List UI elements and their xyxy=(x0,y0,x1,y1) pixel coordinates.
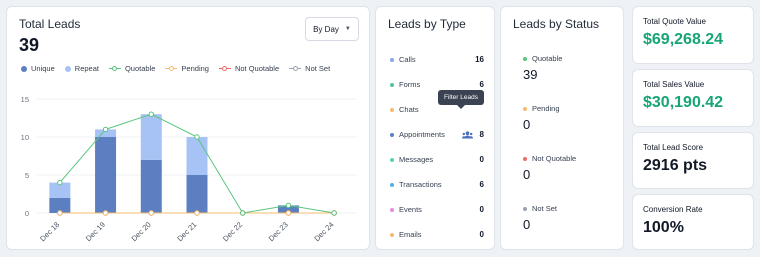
bar-unique[interactable] xyxy=(140,159,162,213)
total-quote-value-card: Total Quote Value $69,268.24 xyxy=(632,6,754,64)
lead-type-dot xyxy=(390,157,394,162)
lead-status-value: 39 xyxy=(523,67,538,82)
lead-type-count: 6 xyxy=(479,80,484,89)
lead-type-dot xyxy=(390,107,394,112)
bar-repeat[interactable] xyxy=(186,137,208,175)
lead-type-label: Messages xyxy=(399,155,434,164)
lead-status-item[interactable]: Pending 0 xyxy=(523,104,560,132)
point-quotable[interactable] xyxy=(57,179,63,186)
x-tick-label: Dec 22 xyxy=(221,220,244,243)
lead-type-row[interactable]: Appointments 8 xyxy=(390,122,484,147)
conversion-rate: 100% xyxy=(643,219,684,236)
lead-type-count: 0 xyxy=(479,155,484,164)
lead-status-label: Not Quotable xyxy=(532,154,577,163)
lead-status-dot xyxy=(523,206,527,211)
x-tick-label: Dec 23 xyxy=(267,220,290,243)
lead-status-label-row: Not Quotable xyxy=(523,154,576,163)
point-quotable[interactable] xyxy=(102,126,109,133)
lead-type-row[interactable]: Messages 0 xyxy=(390,147,484,172)
point-pending[interactable] xyxy=(102,210,109,216)
y-tick-label: 15 xyxy=(21,95,29,104)
total-quote-value: $69,268.24 xyxy=(643,31,724,48)
lead-type-row[interactable]: Transactions 6 xyxy=(390,172,484,197)
leads-by-type-list: Calls 16 Forms 6 Chats Appointments 8 Messages 0… xyxy=(390,47,484,247)
point-quotable[interactable] xyxy=(240,210,246,216)
lead-status-dot xyxy=(523,106,527,111)
lead-type-label: Emails xyxy=(399,230,422,239)
lead-status-dot xyxy=(523,56,527,61)
point-quotable[interactable] xyxy=(148,111,154,117)
lead-type-count: 6 xyxy=(479,180,484,189)
bar-repeat[interactable] xyxy=(140,114,162,160)
total-lead-score-card: Total Lead Score 2916 pts xyxy=(632,132,754,189)
leads-by-status-title: Leads by Status xyxy=(513,17,600,31)
lead-status-label-row: Pending xyxy=(523,104,560,113)
lead-status-label-row: Quotable xyxy=(523,54,562,63)
lead-type-row[interactable]: Calls 16 xyxy=(390,47,484,72)
lead-status-dot xyxy=(523,156,527,161)
lead-type-dot xyxy=(390,82,394,87)
lead-status-label: Quotable xyxy=(532,54,563,63)
lead-status-value: 0 xyxy=(523,217,531,232)
total-lead-score-title: Total Lead Score xyxy=(643,143,704,152)
lead-type-dot xyxy=(390,207,394,212)
total-lead-score: 2916 pts xyxy=(643,157,708,174)
lead-type-row[interactable]: Emails 0 xyxy=(390,222,484,247)
lead-status-item[interactable]: Not Set 0 xyxy=(523,204,557,232)
leads-by-type-title: Leads by Type xyxy=(388,17,466,31)
lead-type-label: Calls xyxy=(399,55,416,64)
total-leads-panel: Total Leads 39 By Day ▼ Unique Repeat Quot… xyxy=(6,6,370,250)
bar-unique[interactable] xyxy=(186,175,208,213)
x-tick-label: Dec 24 xyxy=(312,220,335,243)
lead-type-label: Forms xyxy=(399,80,421,89)
y-tick-label: 5 xyxy=(25,171,29,180)
point-quotable[interactable] xyxy=(331,210,337,216)
lead-type-label: Events xyxy=(399,205,422,214)
lead-type-label: Transactions xyxy=(399,180,442,189)
x-tick-label: Dec 20 xyxy=(130,220,153,243)
filter-leads-tooltip: Filter Leads xyxy=(438,90,484,109)
y-tick-label: 10 xyxy=(21,133,29,142)
point-pending[interactable] xyxy=(285,210,292,216)
lead-status-label: Not Set xyxy=(532,204,558,213)
total-sales-value-title: Total Sales Value xyxy=(643,80,705,89)
point-pending[interactable] xyxy=(148,210,154,216)
lead-status-label: Pending xyxy=(532,104,560,113)
lead-status-value: 0 xyxy=(523,117,531,132)
total-sales-value-card: Total Sales Value $30,190.42 xyxy=(632,69,754,127)
leads-by-status-panel: Leads by Status Quotable 39 Pending 0 Not Qu… xyxy=(500,6,624,250)
lead-status-item[interactable]: Not Quotable 0 xyxy=(523,154,576,182)
conversion-rate-card: Conversion Rate 100% xyxy=(632,194,754,250)
lead-type-count: 16 xyxy=(475,55,484,64)
total-leads-chart: 0 5 10 15 Dec 18 Dec 19 Dec 20 Dec 21 Dec 22 Dec … xyxy=(21,95,357,243)
x-tick-label: Dec 19 xyxy=(84,220,107,243)
x-tick-label: Dec 21 xyxy=(175,220,198,243)
total-sales-value: $30,190.42 xyxy=(643,94,724,111)
lead-status-value: 0 xyxy=(523,167,531,182)
point-pending[interactable] xyxy=(57,210,63,216)
lead-status-label-row: Not Set xyxy=(523,204,557,213)
lead-type-label: Chats xyxy=(399,105,419,114)
lead-type-dot xyxy=(390,232,394,237)
y-tick-label: 0 xyxy=(25,209,29,218)
users-icon[interactable] xyxy=(462,131,473,139)
leads-by-type-panel: Leads by Type Calls 16 Forms 6 Chats Appointm… xyxy=(375,6,495,250)
bar-unique[interactable] xyxy=(95,137,117,213)
point-quotable[interactable] xyxy=(194,134,200,140)
x-tick-label: Dec 18 xyxy=(38,220,61,243)
lead-type-count: 0 xyxy=(479,205,484,214)
lead-type-count: 8 xyxy=(479,130,484,139)
lead-type-row[interactable]: Events 0 xyxy=(390,197,484,222)
total-quote-value-title: Total Quote Value xyxy=(643,17,707,26)
point-quotable[interactable] xyxy=(285,202,292,209)
lead-type-dot xyxy=(390,182,394,187)
lead-status-item[interactable]: Quotable 39 xyxy=(523,54,562,82)
lead-type-label: Appointments xyxy=(399,130,445,139)
lead-type-dot xyxy=(390,57,394,62)
conversion-rate-title: Conversion Rate xyxy=(643,205,703,214)
point-pending[interactable] xyxy=(194,210,200,216)
lead-type-dot xyxy=(390,132,394,137)
lead-type-count: 0 xyxy=(479,230,484,239)
